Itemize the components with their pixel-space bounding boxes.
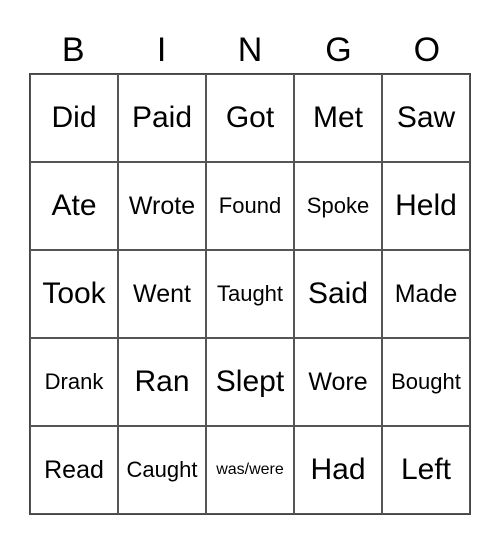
bingo-grid: Did Paid Got Met Saw Ate Wrote Found Spo… [29,73,471,515]
bingo-cell[interactable]: Said [294,250,382,338]
bingo-cell[interactable]: Caught [118,426,206,514]
bingo-cell[interactable]: Taught [206,250,294,338]
bingo-cell[interactable]: Found [206,162,294,250]
bingo-cell[interactable]: Saw [382,74,470,162]
header-letter-i: I [156,31,167,69]
bingo-cell[interactable]: Got [206,74,294,162]
bingo-cell[interactable]: Went [118,250,206,338]
bingo-cell[interactable]: Did [30,74,118,162]
bingo-cell[interactable]: Paid [118,74,206,162]
bingo-cell[interactable]: Held [382,162,470,250]
bingo-cell[interactable]: Met [294,74,382,162]
bingo-cell[interactable]: was/were [206,426,294,514]
bingo-cell[interactable]: Left [382,426,470,514]
bingo-cell[interactable]: Had [294,426,382,514]
bingo-cell[interactable]: Wore [294,338,382,426]
header-letter-n: N [237,31,263,69]
bingo-cell[interactable]: Slept [206,338,294,426]
header-letter-b: B [61,31,85,69]
bingo-cell[interactable]: Ate [30,162,118,250]
header-letter-o: O [413,31,441,69]
bingo-cell[interactable]: Spoke [294,162,382,250]
bingo-cell[interactable]: Drank [30,338,118,426]
header-letter-g: G [325,31,352,69]
bingo-cell[interactable]: Read [30,426,118,514]
bingo-header: B I N G O [29,28,471,72]
bingo-cell[interactable]: Ran [118,338,206,426]
bingo-cell[interactable]: Took [30,250,118,338]
bingo-cell[interactable]: Wrote [118,162,206,250]
bingo-cell[interactable]: Bought [382,338,470,426]
bingo-cell[interactable]: Made [382,250,470,338]
